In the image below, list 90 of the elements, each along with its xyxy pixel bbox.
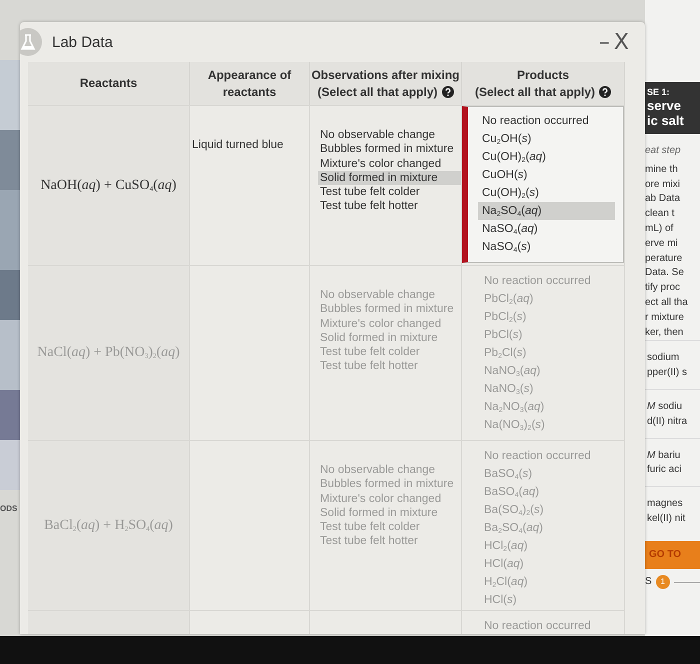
product-option[interactable]: PbCl$_{2}$(aq) <box>480 290 614 308</box>
observation-option[interactable]: Test tube felt hotter <box>318 199 461 214</box>
observation-option[interactable]: Test tube felt colder <box>318 185 461 200</box>
header-text: serve <box>647 98 682 113</box>
reagent-text: kel(II) nit <box>647 512 686 526</box>
product-option[interactable]: Ba(SO$_{4}$)$_{2}$(s) <box>480 501 614 519</box>
header-text: ic salt <box>647 113 685 128</box>
minimize-button[interactable]: – <box>596 30 612 54</box>
product-option[interactable]: No reaction occurred <box>478 112 615 130</box>
reagent-text: sodium <box>647 351 680 366</box>
product-option[interactable]: NaNO$_{3}$(s) <box>480 380 614 398</box>
instruction-text: mL) of <box>645 222 674 236</box>
window-title: Lab Data <box>52 34 113 50</box>
product-option[interactable]: No reaction occurred <box>480 447 614 465</box>
product-option[interactable]: NaSO$_{4}$(s) <box>478 238 615 256</box>
instruction-text: ab Data <box>645 192 682 206</box>
product-option[interactable]: Ba$_{2}$SO$_{4}$(aq) <box>480 519 614 537</box>
observation-option[interactable]: Mixture's color changed <box>318 492 461 506</box>
reagent-text: pper(II) s <box>647 366 688 380</box>
note-text: eat step <box>645 144 682 158</box>
product-option[interactable]: Na$_{2}$NO$_{3}$(aq) <box>480 398 614 416</box>
product-option[interactable]: Na$_{2}$SO$_{4}$(aq) <box>478 202 615 220</box>
column-header: Products <box>516 66 569 84</box>
product-option[interactable]: HCl$_{2}$(aq) <box>480 537 614 555</box>
observation-option[interactable]: No observable change <box>318 288 461 302</box>
product-option[interactable]: Cu(OH)$_{2}$(s) <box>478 184 615 202</box>
product-option[interactable]: CuOH(s) <box>478 166 615 184</box>
instruction-text: erve mi <box>645 236 679 251</box>
appearance-text: Liquid turned blue <box>192 139 284 151</box>
observation-option[interactable]: Test tube felt colder <box>318 345 461 360</box>
side-label: ODS <box>0 504 18 513</box>
column-hint: (Select all that apply) <box>474 84 596 100</box>
product-list[interactable]: No reaction occurred Cu$_{2}$OH(s) Cu(OH)$_{2}$(aq) CuOH(s) Cu(OH)$_{2}$(s) Na$_{2}$SO$_{4}$(aq) NaSO$_{4}$(aq) NaSO$_{4}$(s) <box>462 106 624 263</box>
product-option[interactable]: BaSO$_{4}$(s) <box>480 465 614 483</box>
close-button[interactable]: X <box>612 30 631 54</box>
product-option[interactable]: No reaction occurred <box>480 617 614 634</box>
observation-option[interactable]: Test tube felt colder <box>318 520 461 534</box>
product-option[interactable]: Na(NO$_{3}$)$_{2}$(s) <box>480 416 614 434</box>
reagent-text: d(II) nitra <box>647 414 688 429</box>
instruction-text: ore mixi <box>645 178 682 192</box>
observation-option[interactable]: Test tube felt hotter <box>318 359 461 374</box>
reagent-text: M bariu <box>647 448 682 463</box>
product-option[interactable]: Pb$_{2}$Cl(s) <box>480 344 614 362</box>
observation-option[interactable]: Solid formed in mixture <box>318 330 461 346</box>
reactants-formula: NaOH(aq) + CuSO$_{4}$(aq) <box>40 178 176 194</box>
column-header: Observations after mixing <box>311 66 460 84</box>
observation-option[interactable]: No observable change <box>318 128 461 142</box>
observation-option[interactable]: Bubbles formed in mixture <box>318 142 461 157</box>
instruction-text: mine th <box>645 162 679 177</box>
product-option[interactable]: NaSO$_{4}$(aq) <box>478 220 615 238</box>
column-hint: (Select all that apply) <box>317 84 438 100</box>
help-icon[interactable] <box>599 86 612 98</box>
reactants-formula: BaCl$_{2}$(aq) + H$_{2}$SO$_{4}$(aq) <box>44 518 173 534</box>
product-option[interactable]: No reaction occurred <box>480 272 614 290</box>
product-option[interactable]: BaSO$_{4}$(aq) <box>480 483 614 501</box>
reagent-text: magnes <box>647 497 684 512</box>
progress-label: S <box>645 574 652 589</box>
column-header: Appearance of reactants <box>206 66 292 100</box>
help-icon[interactable] <box>442 86 454 98</box>
instruction-text: ect all tha <box>645 296 689 310</box>
product-option[interactable]: HCl(aq) <box>480 555 614 573</box>
reagent-text: M sodiu <box>647 400 684 414</box>
step-badge[interactable]: 1 <box>656 575 670 590</box>
instruction-text: Data. Se <box>645 266 685 280</box>
observation-option[interactable]: Bubbles formed in mixture <box>318 302 461 317</box>
observation-option[interactable]: Solid formed in mixture <box>318 170 461 186</box>
product-option[interactable]: HCl(s) <box>480 591 614 609</box>
product-option[interactable]: PbCl$_{2}$(s) <box>480 308 614 326</box>
product-option[interactable]: Cu(OH)$_{2}$(aq) <box>478 148 615 166</box>
reactants-formula: NaCl(aq) + Pb(NO$_{3}$)$_{2}$(aq) <box>37 345 180 361</box>
observation-option[interactable]: Solid formed in mixture <box>318 506 461 520</box>
column-header: Reactants <box>80 75 138 92</box>
instruction-text: ker, then <box>645 326 684 340</box>
observation-option[interactable]: No observable change <box>318 463 461 478</box>
observation-option[interactable]: Mixture's color changed <box>318 316 461 331</box>
header-text: SE 1: <box>647 86 671 98</box>
product-option[interactable]: NaNO$_{3}$(aq) <box>480 362 614 380</box>
instruction-text: clean t <box>645 207 676 222</box>
instruction-text: perature <box>645 252 684 266</box>
go-to-button[interactable]: GO TO <box>645 540 700 569</box>
flask-icon <box>20 28 42 56</box>
product-option[interactable]: PbCl(s) <box>480 326 614 344</box>
observation-option[interactable]: Mixture's color changed <box>318 156 461 171</box>
observation-option[interactable]: Bubbles formed in mixture <box>318 477 461 492</box>
product-option[interactable]: Cu$_{2}$OH(s) <box>478 130 615 148</box>
reagent-text: furic aci <box>647 463 682 478</box>
product-option[interactable]: H$_{2}$Cl(aq) <box>480 573 614 591</box>
observation-option[interactable]: Test tube felt hotter <box>318 534 461 549</box>
instruction-text: tify proc <box>645 281 682 296</box>
instruction-text: r mixture <box>645 310 685 325</box>
